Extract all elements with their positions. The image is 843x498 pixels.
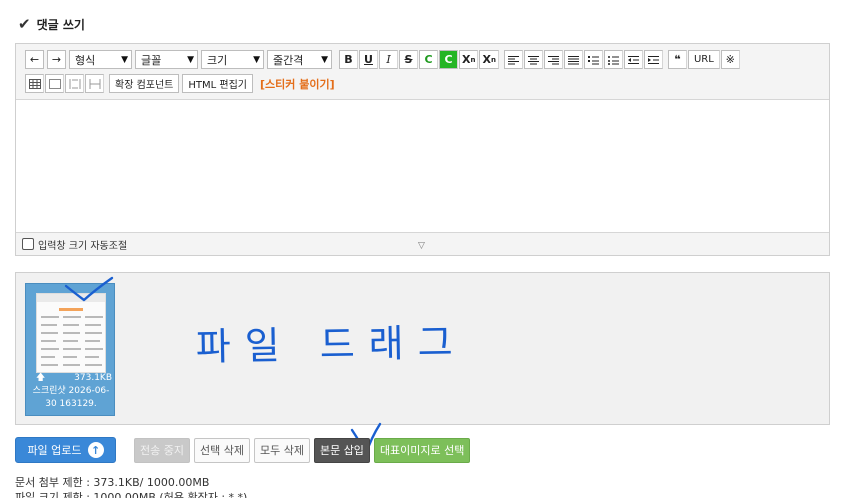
indent-icon[interactable]: [643, 50, 663, 69]
file-name: 스크린샷 2026-06-30 163129.: [32, 386, 110, 409]
table-cell-icon[interactable]: [45, 74, 64, 93]
strikethrough-button[interactable]: S: [399, 50, 418, 69]
toolbar-row-1: ← → 형식 ▼ 글꼴 ▼ 크기 ▼ 줄간격 ▼ B U I S C C Xn Xn: [25, 50, 742, 69]
superscript-mark: n: [470, 55, 476, 64]
chevron-down-icon: ▼: [121, 54, 128, 65]
align-left-icon[interactable]: [503, 50, 523, 69]
html-editor-button[interactable]: HTML 편집기: [182, 74, 253, 93]
outdent-icon[interactable]: [623, 50, 643, 69]
align-justify-icon[interactable]: [563, 50, 583, 69]
background-color-button[interactable]: C: [439, 50, 458, 69]
underline-button[interactable]: U: [359, 50, 378, 69]
file-size: 373.1KB: [74, 373, 112, 383]
set-cover-image-button[interactable]: 대표이미지로 선택: [373, 437, 471, 463]
screenshot-preview-image: [36, 293, 106, 373]
subscript-label: X: [482, 53, 491, 66]
align-right-icon[interactable]: [543, 50, 563, 69]
size-select[interactable]: 크기 ▼: [201, 50, 264, 69]
special-char-button[interactable]: ※: [720, 50, 740, 69]
editor-text-area[interactable]: [16, 100, 829, 232]
extend-component-button[interactable]: 확장 컴포넌트: [109, 74, 180, 93]
format-select-value: 형식: [75, 53, 96, 67]
format-select[interactable]: 형식 ▼: [69, 50, 132, 69]
font-color-button[interactable]: C: [419, 50, 438, 69]
undo-button[interactable]: ←: [25, 50, 44, 69]
bold-button[interactable]: B: [339, 50, 358, 69]
paragraph-group: [503, 50, 663, 69]
rich-text-editor: ← → 형식 ▼ 글꼴 ▼ 크기 ▼ 줄간격 ▼ B U I S C C Xn Xn: [15, 43, 830, 256]
upload-button-label: 파일 업로드: [27, 444, 82, 457]
checkmark-icon: ✔: [18, 15, 31, 33]
delete-selected-button[interactable]: 선택 삭제: [193, 437, 250, 463]
url-button[interactable]: URL: [687, 50, 720, 69]
document-attach-limit: 문서 첨부 제한 : 373.1KB/ 1000.00MB: [15, 476, 210, 489]
table-group: [25, 74, 104, 93]
attachment-limits: 문서 첨부 제한 : 373.1KB/ 1000.00MB 파일 크기 제한 :…: [15, 475, 247, 498]
autoresize-label: 입력창 크기 자동조절: [38, 240, 128, 252]
font-select[interactable]: 글꼴 ▼: [135, 50, 198, 69]
thumbnail-info: 🡅 373.1KB 스크린샷 2026-06-30 163129.: [30, 372, 112, 411]
subscript-mark: n: [490, 55, 496, 64]
upload-arrow-icon: ↑: [87, 442, 104, 458]
italic-button[interactable]: I: [379, 50, 398, 69]
file-size-limit: 파일 크기 제한 : 1000.00MB (허용 확장자 : *.*): [15, 491, 248, 498]
attachment-actions: 파일 업로드 ↑ 전송 중지 선택 삭제 모두 삭제 본문 삽입 대표이미지로 …: [15, 437, 471, 463]
chevron-down-icon: ▼: [187, 54, 194, 65]
chevron-down-icon: ▼: [321, 54, 328, 65]
chevron-down-icon: ▼: [253, 54, 260, 65]
font-select-value: 글꼴: [141, 53, 162, 67]
size-select-value: 크기: [207, 53, 228, 67]
stop-transfer-button[interactable]: 전송 중지: [134, 437, 190, 463]
file-upload-button[interactable]: 파일 업로드 ↑: [15, 437, 116, 463]
toolbar-row-2: 확장 컴포넌트 HTML 편집기 [스티커 붙이기]: [25, 74, 335, 93]
autoresize-checkbox[interactable]: [22, 238, 34, 250]
text-style-group: B U I S C C Xn Xn: [339, 50, 499, 69]
resize-grip-icon[interactable]: ▽: [418, 241, 425, 251]
editor-toolbar: ← → 형식 ▼ 글꼴 ▼ 크기 ▼ 줄간격 ▼ B U I S C C Xn Xn: [16, 44, 829, 100]
comment-write-panel: ✔ 댓글 쓰기 ← → 형식 ▼ 글꼴 ▼ 크기 ▼ 줄간격 ▼ B U I S C C…: [0, 0, 843, 498]
insert-into-body-button[interactable]: 본문 삽입: [313, 437, 370, 463]
align-center-icon[interactable]: [523, 50, 543, 69]
delete-all-button[interactable]: 모두 삭제: [253, 437, 310, 463]
quote-button[interactable]: ❝: [667, 50, 687, 69]
sticker-link[interactable]: [스티커 붙이기]: [260, 76, 335, 92]
editor-resize-bar: 입력창 크기 자동조절 ▽: [16, 232, 829, 255]
section-title: 댓글 쓰기: [36, 17, 85, 32]
unordered-list-icon[interactable]: [603, 50, 623, 69]
superscript-label: X: [462, 53, 471, 66]
table-split-icon[interactable]: [85, 74, 104, 93]
superscript-button[interactable]: Xn: [459, 50, 479, 69]
table-merge-icon[interactable]: [65, 74, 84, 93]
redo-button[interactable]: →: [47, 50, 66, 69]
table-insert-icon[interactable]: [25, 74, 44, 93]
insert-group: ❝ URL ※: [667, 50, 740, 69]
attached-file-thumbnail[interactable]: 🡅 373.1KB 스크린샷 2026-06-30 163129.: [25, 283, 115, 416]
line-height-select[interactable]: 줄간격 ▼: [267, 50, 332, 69]
section-header: ✔ 댓글 쓰기: [18, 14, 85, 34]
ordered-list-icon[interactable]: [583, 50, 603, 69]
upload-arrow-icon: 🡅: [36, 373, 46, 383]
subscript-button[interactable]: Xn: [479, 50, 499, 69]
file-drop-area[interactable]: 🡅 373.1KB 스크린샷 2026-06-30 163129.: [15, 272, 830, 425]
line-height-select-value: 줄간격: [273, 53, 304, 67]
